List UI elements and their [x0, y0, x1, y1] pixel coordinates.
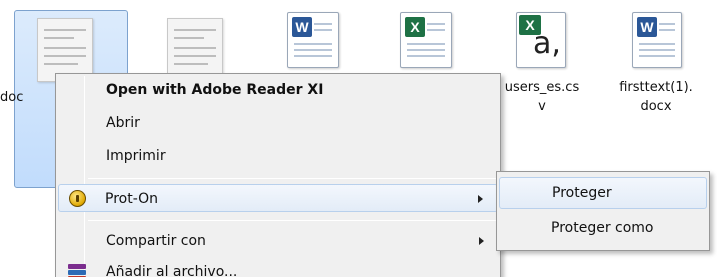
word-document-icon: W	[287, 12, 339, 68]
menu-item-label: Compartir con	[106, 233, 206, 249]
menu-item-compartir-con[interactable]: Compartir con	[58, 227, 498, 255]
menu-item-proteger[interactable]: Proteger	[499, 177, 707, 209]
file-label-line2: v	[538, 99, 546, 114]
menu-item-proteger-como[interactable]: Proteger como	[499, 213, 707, 243]
csv-badge: a,	[533, 26, 561, 61]
submenu-arrow-icon	[479, 237, 484, 245]
file-label-line2: docx	[640, 99, 672, 114]
menu-item-imprimir[interactable]: Imprimir	[58, 142, 498, 170]
prot-on-submenu: Proteger Proteger como	[496, 171, 710, 251]
menu-item-label: Proteger como	[551, 220, 654, 236]
menu-item-prot-on[interactable]: Prot-On	[58, 184, 498, 212]
winrar-icon	[68, 264, 86, 277]
word-document-icon: W	[632, 12, 682, 68]
menu-item-label: Prot-On	[105, 191, 159, 207]
menu-item-label: Añadir al archivo...	[106, 264, 238, 277]
prot-on-key-icon	[69, 190, 86, 207]
menu-item-label: Abrir	[106, 115, 140, 131]
file-label-line1: users_es.cs	[504, 80, 580, 95]
context-menu: Open with Adobe Reader XI Abrir Imprimir…	[55, 73, 501, 277]
menu-item-abrir[interactable]: Abrir	[58, 109, 498, 137]
menu-item-label: Imprimir	[106, 148, 166, 164]
excel-spreadsheet-icon: X	[400, 12, 452, 68]
submenu-arrow-icon	[478, 195, 483, 203]
file-label-line1: firsttext(1).	[619, 80, 693, 95]
menu-separator	[88, 220, 496, 221]
menu-separator	[88, 178, 496, 179]
menu-item-anadir-archivo[interactable]: Añadir al archivo...	[58, 258, 498, 277]
menu-item-label: Proteger	[552, 185, 612, 201]
menu-item-open-with-adobe[interactable]: Open with Adobe Reader XI	[58, 76, 498, 104]
file-label: doc	[0, 90, 24, 105]
csv-file-icon: X a,	[516, 12, 566, 68]
menu-item-label: Open with Adobe Reader XI	[106, 82, 324, 98]
